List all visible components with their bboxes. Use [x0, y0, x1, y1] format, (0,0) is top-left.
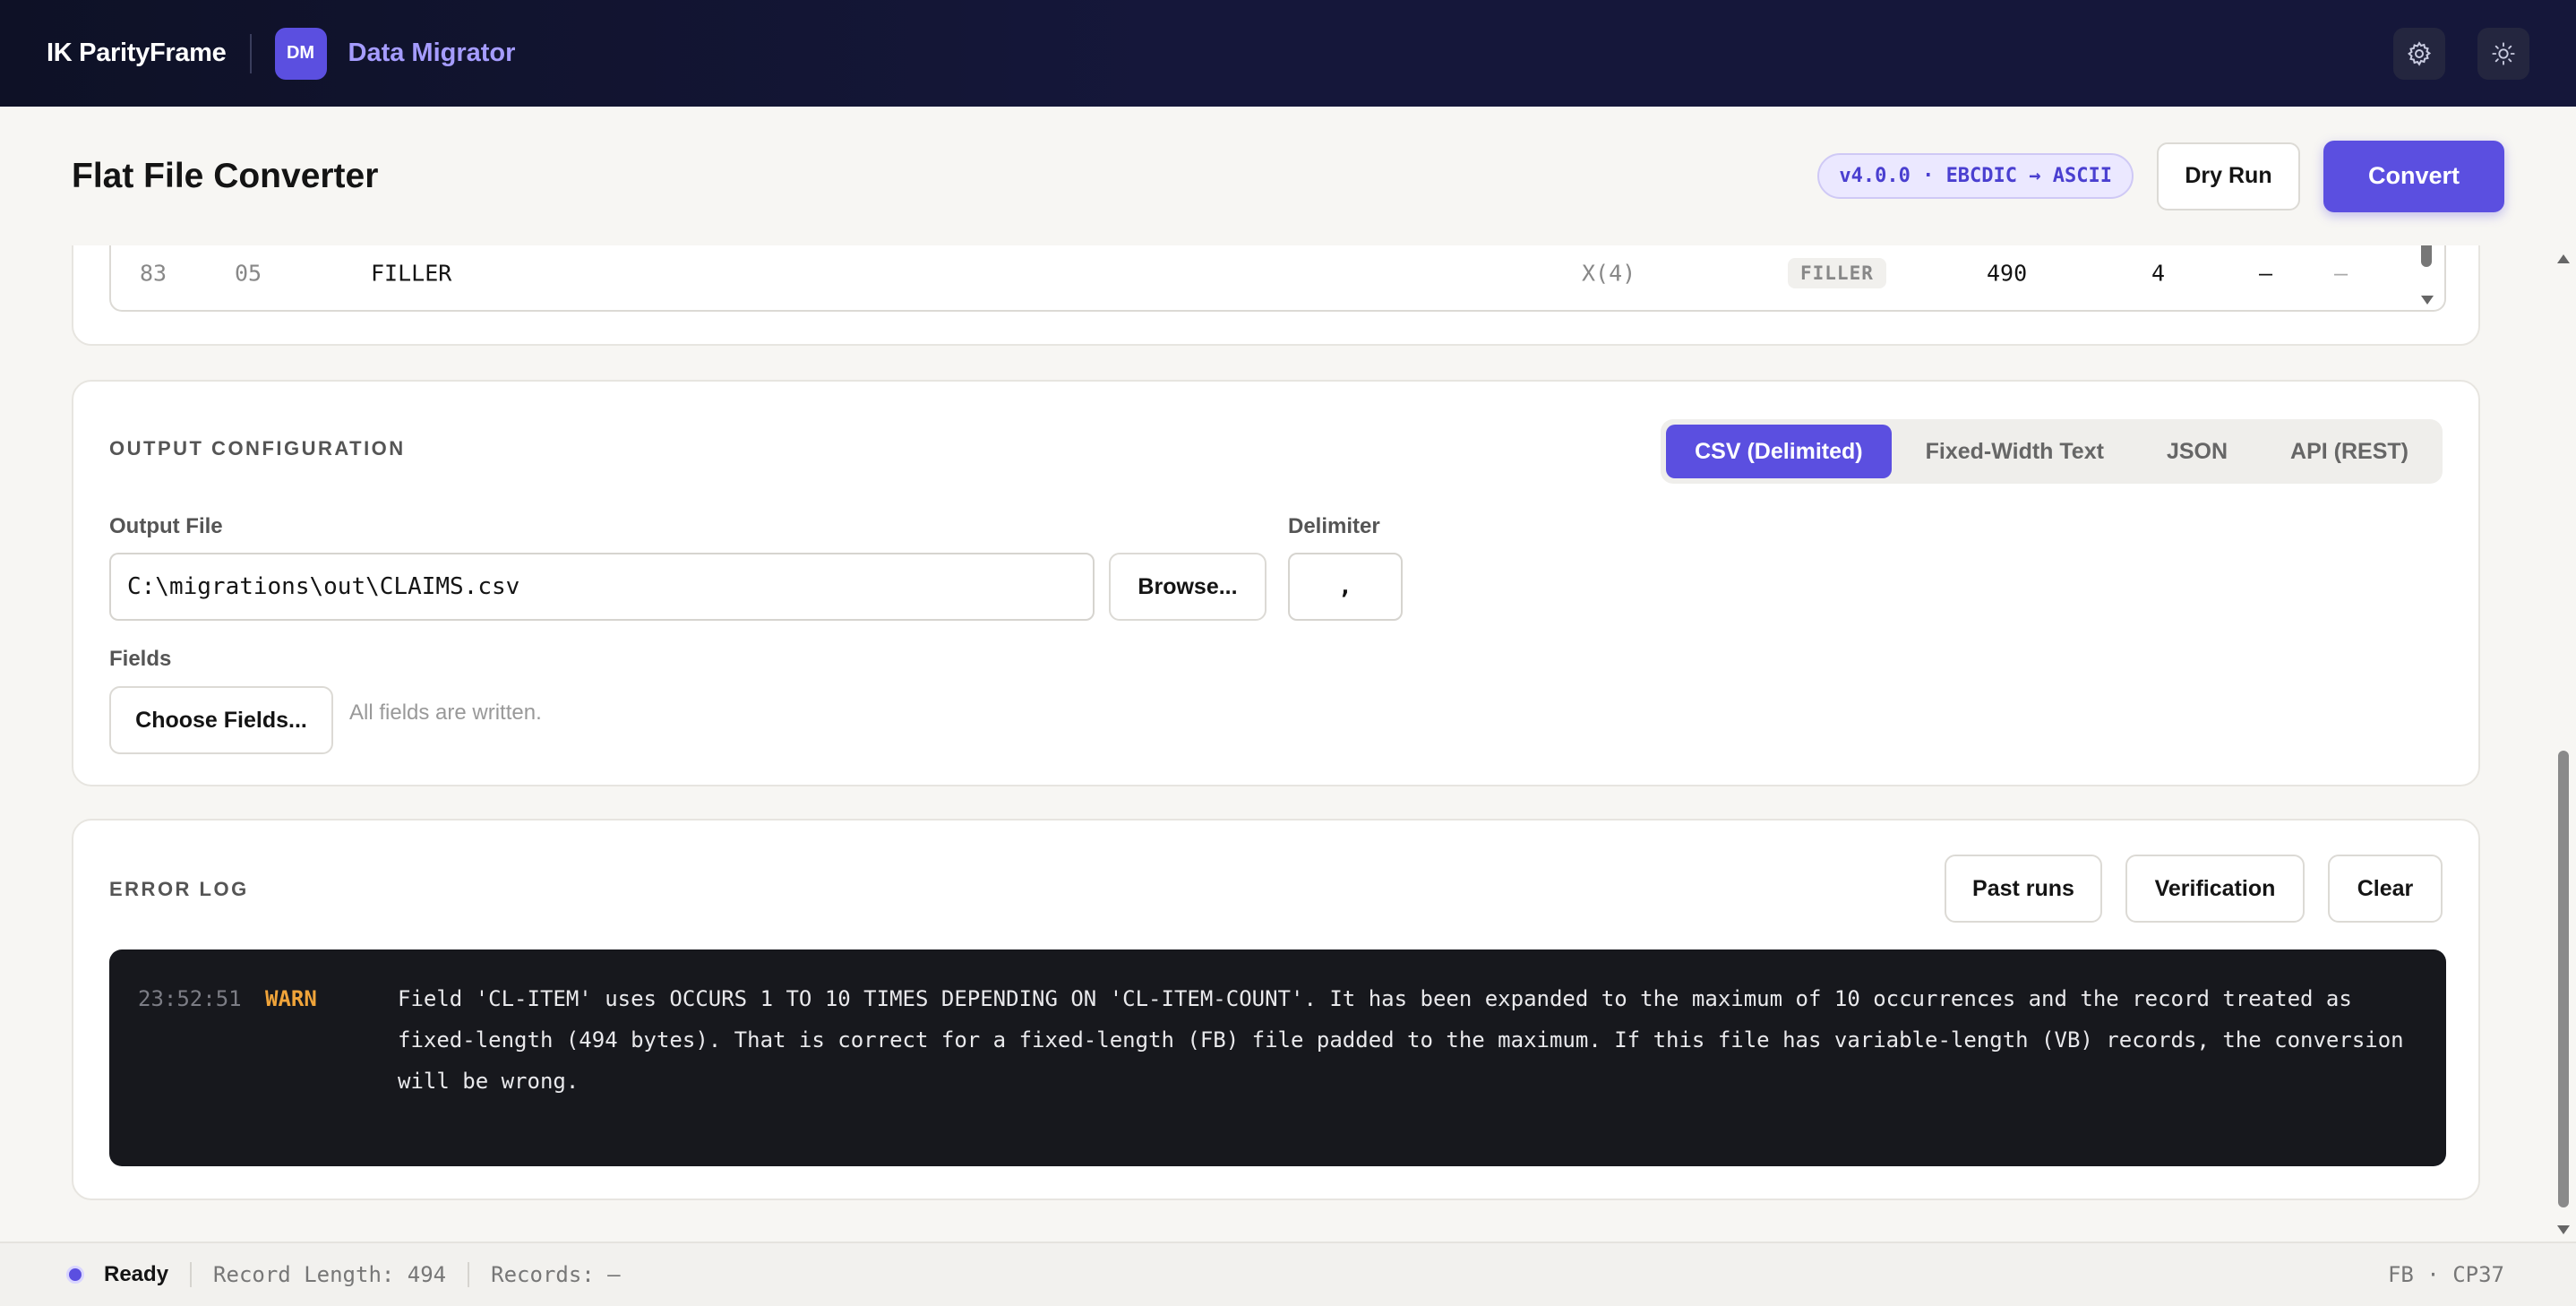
- format-tab-json[interactable]: JSON: [2138, 425, 2256, 478]
- gear-icon: [2408, 40, 2432, 66]
- theme-toggle-button[interactable]: [2477, 27, 2529, 80]
- output-format-selector[interactable]: CSV (Delimited) Fixed-Width Text JSON AP…: [1661, 419, 2443, 484]
- encoding-info: FB · CP37: [2387, 1262, 2504, 1287]
- row-number: 83: [140, 260, 167, 287]
- verification-button[interactable]: Verification: [2125, 855, 2305, 923]
- page-scrollbar[interactable]: [2555, 245, 2572, 1242]
- output-configuration-card: OUTPUT CONFIGURATION CSV (Delimited) Fix…: [72, 380, 2480, 786]
- row-length: 4: [2151, 260, 2166, 287]
- page-title: Flat File Converter: [72, 156, 379, 195]
- delimiter-input[interactable]: ,: [1288, 553, 1403, 621]
- record-count: Records: —: [491, 1262, 621, 1287]
- format-tab-fixed-width[interactable]: Fixed-Width Text: [1897, 425, 2133, 478]
- row-picture: X(4): [1582, 260, 1636, 287]
- output-file-label: Output File: [109, 514, 223, 538]
- field-layout-card: 83 05 FILLER X(4) FILLER 490 4 — —: [72, 245, 2480, 346]
- status-indicator-icon: [66, 1266, 84, 1284]
- log-console[interactable]: 23:52:51 WARN Field 'CL-ITEM' uses OCCUR…: [109, 949, 2446, 1166]
- status-state: Ready: [104, 1262, 169, 1286]
- brand-name: IK ParityFrame: [47, 39, 227, 67]
- record-length: Record Length: 494: [213, 1262, 447, 1287]
- error-log-card: ERROR LOG Past runs Verification Clear 2…: [72, 819, 2480, 1200]
- table-scroll-thumb[interactable]: [2421, 245, 2432, 267]
- log-message: Field 'CL-ITEM' uses OCCURS 1 TO 10 TIME…: [398, 986, 2404, 1094]
- format-tab-api[interactable]: API (REST): [2262, 425, 2437, 478]
- divider: [190, 1262, 193, 1287]
- row-value-a: —: [2259, 260, 2273, 287]
- past-runs-button[interactable]: Past runs: [1945, 855, 2102, 923]
- page-header: Flat File Converter v4.0.0 · EBCDIC → AS…: [72, 107, 2504, 245]
- log-timestamp: 23:52:51: [138, 986, 242, 1011]
- scroll-down-icon[interactable]: [2557, 1225, 2570, 1234]
- choose-fields-button[interactable]: Choose Fields...: [109, 686, 333, 754]
- browse-button[interactable]: Browse...: [1109, 553, 1267, 621]
- table-scrollbar[interactable]: [2419, 245, 2434, 310]
- format-tab-csv[interactable]: CSV (Delimited): [1666, 425, 1892, 478]
- field-table[interactable]: 83 05 FILLER X(4) FILLER 490 4 — —: [109, 245, 2446, 312]
- row-offset: 490: [1987, 260, 2028, 287]
- sun-icon: [2492, 41, 2515, 65]
- dry-run-button[interactable]: Dry Run: [2157, 142, 2300, 211]
- table-scroll-down-icon[interactable]: [2421, 296, 2434, 305]
- log-level: WARN: [265, 986, 317, 1011]
- scroll-thumb[interactable]: [2558, 751, 2569, 1207]
- status-bar: Ready Record Length: 494 Records: — FB ·…: [0, 1242, 2576, 1306]
- row-level: 05: [235, 260, 262, 287]
- settings-button[interactable]: [2393, 27, 2445, 80]
- row-value-b: —: [2334, 260, 2348, 287]
- scroll-up-icon[interactable]: [2557, 254, 2570, 263]
- fields-label: Fields: [109, 647, 172, 671]
- divider: [249, 33, 252, 73]
- version-badge: v4.0.0 · EBCDIC → ASCII: [1817, 153, 2134, 199]
- clear-log-button[interactable]: Clear: [2328, 855, 2443, 923]
- section-title: ERROR LOG: [109, 878, 249, 900]
- table-row[interactable]: 83 05 FILLER X(4) FILLER 490 4 — —: [111, 245, 2444, 310]
- fields-hint: All fields are written.: [349, 700, 542, 725]
- top-bar: IK ParityFrame DM Data Migrator: [0, 0, 2576, 107]
- app-badge: DM: [274, 27, 327, 80]
- section-title: OUTPUT CONFIGURATION: [109, 437, 406, 460]
- output-file-input[interactable]: C:\migrations\out\CLAIMS.csv: [109, 553, 1095, 621]
- app-name: Data Migrator: [348, 39, 516, 67]
- divider: [468, 1262, 470, 1287]
- delimiter-label: Delimiter: [1288, 514, 1380, 538]
- convert-button[interactable]: Convert: [2323, 140, 2504, 212]
- row-field-name: FILLER: [371, 260, 452, 287]
- log-entry: 23:52:51 WARN Field 'CL-ITEM' uses OCCUR…: [138, 978, 2417, 1102]
- main-content[interactable]: 83 05 FILLER X(4) FILLER 490 4 — — OUTPU…: [72, 245, 2480, 1242]
- row-type-badge: FILLER: [1788, 258, 1886, 288]
